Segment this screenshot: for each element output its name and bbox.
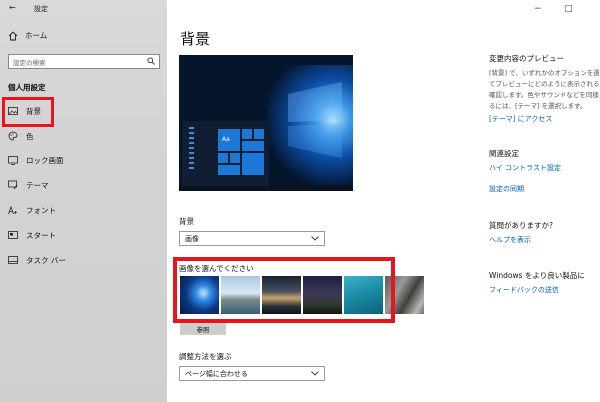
chevron-down-icon [311,370,319,378]
sidebar-item-label: スタート [26,230,56,240]
sidebar-item-label: ロック画面 [26,155,64,165]
preview-changes-title: 変更内容のプレビュー [489,54,564,63]
help-link[interactable]: ヘルプを表示 [489,235,531,245]
palette-icon [8,131,18,141]
preview-tile-text: Aa [222,136,230,143]
sidebar-item-color[interactable]: 色 [8,129,34,143]
feedback-title: Windows をより良い製品に [489,271,585,280]
maximize-button[interactable]: □ [564,4,573,14]
windows-logo-shape [288,82,342,158]
sidebar-item-label: フォント [26,205,56,215]
font-icon [8,205,18,215]
preview-start-menu: Aa [182,121,269,186]
desktop-preview: Aa [179,55,353,191]
preview-description-line: [背景] で、いずれかのオプションを選 [489,69,599,77]
highlight-box-pictures [173,257,395,323]
sidebar-item-lock-screen[interactable]: ロック画面 [8,153,64,167]
chevron-down-icon [311,235,319,243]
home-link[interactable]: ホーム [8,30,47,41]
sync-settings-link[interactable]: 設定の同期 [489,184,524,194]
sidebar: ← 設定 ホーム 設定の検索 個人用設定 背景 色 ロック画面 テーマ フォント… [0,0,167,402]
window-title: 設定 [34,5,48,13]
section-title: 個人用設定 [8,83,46,92]
preview-description-line: るには、[テーマ] を選択します。 [489,102,587,110]
search-input[interactable]: 設定の検索 [8,54,160,69]
background-value: 画像 [185,234,199,243]
home-label: ホーム [25,31,48,40]
settings-window: ← 設定 ホーム 設定の検索 個人用設定 背景 色 ロック画面 テーマ フォント… [0,0,600,402]
background-label: 背景 [179,217,194,226]
highlight-box-background [2,97,54,127]
sidebar-item-label: 色 [26,131,34,141]
theme-brush-icon [8,180,18,190]
related-settings-title: 関連設定 [489,149,519,158]
preview-taskbar [179,186,353,191]
minimize-button[interactable]: − [534,4,542,14]
lock-screen-icon [8,155,18,165]
sidebar-item-label: テーマ [26,180,49,190]
back-arrow-icon[interactable]: ← [9,3,16,12]
preview-description-line: 確認します。色やサウンドなどを同様 [489,91,599,99]
question-title: 質問がありますか? [489,221,553,230]
sidebar-item-font[interactable]: フォント [8,203,56,217]
sidebar-item-taskbar[interactable]: タスク バー [8,253,66,267]
feedback-link[interactable]: フィードバックの送信 [489,285,559,295]
background-dropdown[interactable]: 画像 [179,231,325,246]
preview-description-line: てプレビューにどのように表示されるか [489,80,599,88]
high-contrast-link[interactable]: ハイ コントラスト設定 [489,163,561,173]
search-icon[interactable] [147,56,155,67]
search-placeholder: 設定の検索 [13,58,46,67]
theme-access-link[interactable]: [テーマ] にアクセス [489,114,552,124]
fit-dropdown[interactable]: ページ幅に合わせる [179,366,325,381]
start-icon [8,231,18,239]
sidebar-item-label: タスク バー [26,255,66,265]
fit-value: ページ幅に合わせる [185,369,248,378]
home-icon [8,30,18,41]
sidebar-item-start[interactable]: スタート [8,228,56,242]
page-title: 背景 [180,30,211,48]
fit-label: 調整方法を選ぶ [179,352,232,361]
taskbar-icon [8,256,18,264]
browse-button[interactable]: 参照 [180,323,226,335]
sidebar-item-theme[interactable]: テーマ [8,178,49,192]
